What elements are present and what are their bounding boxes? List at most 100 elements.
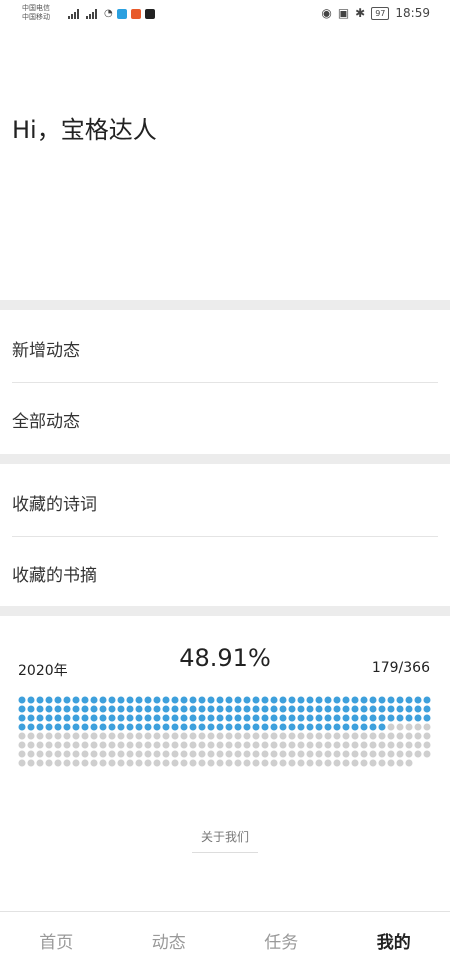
- menu-item-all-posts[interactable]: 全部动态: [0, 383, 450, 453]
- tab-tasks[interactable]: 任务: [225, 912, 338, 974]
- day-dot-passed: [72, 723, 80, 731]
- day-dot-remaining: [27, 759, 35, 767]
- day-dot-passed: [135, 705, 143, 713]
- day-dot-passed: [261, 714, 269, 722]
- day-dot-remaining: [216, 741, 224, 749]
- day-dot-remaining: [117, 741, 125, 749]
- day-dot-passed: [63, 714, 71, 722]
- day-dot-remaining: [378, 732, 386, 740]
- tab-mine[interactable]: 我的: [338, 912, 450, 974]
- day-dot-remaining: [72, 759, 80, 767]
- day-dot-passed: [279, 696, 287, 704]
- day-dot-remaining: [243, 741, 251, 749]
- day-dot-remaining: [144, 741, 152, 749]
- day-dot-passed: [126, 705, 134, 713]
- day-dot-remaining: [387, 741, 395, 749]
- day-dot-passed: [369, 705, 377, 713]
- day-dot-remaining: [63, 732, 71, 740]
- tab-home[interactable]: 首页: [0, 912, 113, 974]
- day-dot-remaining: [90, 732, 98, 740]
- day-dot-passed: [288, 723, 296, 731]
- day-dot-passed: [315, 696, 323, 704]
- day-dot-passed: [198, 723, 206, 731]
- day-dot-remaining: [171, 759, 179, 767]
- day-dot-remaining: [18, 759, 26, 767]
- day-dot-remaining: [162, 750, 170, 758]
- menu-item-favorite-poems[interactable]: 收藏的诗词: [0, 466, 450, 536]
- day-dot-remaining: [126, 750, 134, 758]
- day-dot-passed: [324, 723, 332, 731]
- day-dot-remaining: [243, 732, 251, 740]
- day-dot-remaining: [180, 750, 188, 758]
- day-dot-remaining: [99, 759, 107, 767]
- day-dot-passed: [252, 714, 260, 722]
- day-dot-remaining: [189, 759, 197, 767]
- day-dot-passed: [270, 723, 278, 731]
- day-dot-remaining: [63, 750, 71, 758]
- day-dot-remaining: [405, 723, 413, 731]
- day-dot-passed: [342, 714, 350, 722]
- about-us-link[interactable]: 关于我们: [0, 828, 450, 845]
- day-dot-passed: [369, 723, 377, 731]
- day-dot-remaining: [315, 759, 323, 767]
- day-dot-passed: [144, 723, 152, 731]
- day-dot-remaining: [81, 732, 89, 740]
- day-dot-remaining: [342, 732, 350, 740]
- day-dot-passed: [414, 714, 422, 722]
- day-dot-remaining: [360, 741, 368, 749]
- day-dot-passed: [234, 696, 242, 704]
- day-dot-remaining: [333, 750, 341, 758]
- day-dot-passed: [324, 705, 332, 713]
- day-dot-passed: [216, 705, 224, 713]
- day-dot-remaining: [189, 750, 197, 758]
- day-dot-passed: [378, 714, 386, 722]
- day-dot-passed: [99, 714, 107, 722]
- day-dot-passed: [378, 705, 386, 713]
- day-dot-passed: [360, 705, 368, 713]
- menu-item-favorite-excerpts[interactable]: 收藏的书摘: [0, 537, 450, 607]
- day-dot-passed: [117, 723, 125, 731]
- day-dot-passed: [342, 705, 350, 713]
- day-dot-remaining: [279, 732, 287, 740]
- menu-item-new-post[interactable]: 新增动态: [0, 312, 450, 382]
- day-dot-remaining: [108, 732, 116, 740]
- day-dot-remaining: [252, 750, 260, 758]
- day-dot-passed: [351, 723, 359, 731]
- day-dot-remaining: [333, 759, 341, 767]
- day-dot-passed: [378, 723, 386, 731]
- day-dot-remaining: [126, 741, 134, 749]
- bottom-tab-bar: 首页 动态 任务 我的: [0, 911, 450, 974]
- day-dot-remaining: [252, 732, 260, 740]
- day-dot-passed: [414, 705, 422, 713]
- day-dot-remaining: [207, 741, 215, 749]
- day-dot-remaining: [270, 759, 278, 767]
- day-dot-remaining: [405, 741, 413, 749]
- day-dot-passed: [396, 696, 404, 704]
- day-dot-passed: [279, 705, 287, 713]
- day-dot-passed: [27, 696, 35, 704]
- day-dot-remaining: [18, 750, 26, 758]
- day-dot-passed: [135, 714, 143, 722]
- day-dot-passed: [54, 723, 62, 731]
- day-dot-passed: [324, 714, 332, 722]
- day-dot-remaining: [360, 732, 368, 740]
- day-dot-remaining: [387, 732, 395, 740]
- day-dot-remaining: [216, 759, 224, 767]
- day-dot-remaining: [405, 732, 413, 740]
- day-dot-passed: [72, 696, 80, 704]
- tab-posts[interactable]: 动态: [113, 912, 226, 974]
- day-dot-remaining: [378, 741, 386, 749]
- day-dot-passed: [153, 723, 161, 731]
- day-dot-passed: [126, 714, 134, 722]
- day-dot-remaining: [180, 759, 188, 767]
- day-dot-remaining: [45, 732, 53, 740]
- day-dot-remaining: [288, 732, 296, 740]
- day-dot-remaining: [36, 759, 44, 767]
- day-dot-remaining: [162, 732, 170, 740]
- day-dot-remaining: [396, 723, 404, 731]
- day-dot-passed: [243, 723, 251, 731]
- day-dot-passed: [279, 714, 287, 722]
- day-dot-remaining: [135, 750, 143, 758]
- day-dot-remaining: [387, 750, 395, 758]
- day-dot-passed: [108, 696, 116, 704]
